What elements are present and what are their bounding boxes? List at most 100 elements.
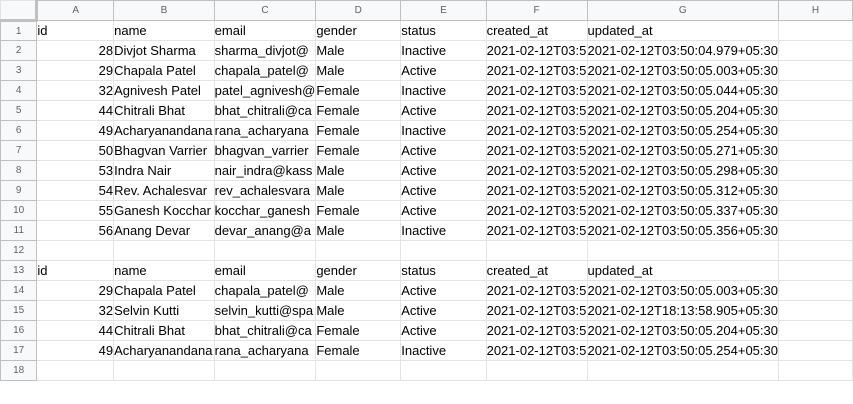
cell-h17[interactable] bbox=[777, 340, 853, 361]
cell-e9[interactable]: Active bbox=[400, 180, 487, 201]
cell-d9[interactable]: Male bbox=[315, 180, 402, 201]
cell-c7[interactable]: bhagvan_varrier bbox=[213, 140, 317, 161]
cell-f2[interactable]: 2021-02-12T03:5 bbox=[485, 40, 588, 61]
row-header[interactable]: 10 bbox=[0, 200, 38, 221]
cell-h16[interactable] bbox=[777, 320, 853, 341]
cell-g7[interactable]: 2021-02-12T03:50:05.271+05:30 bbox=[586, 140, 779, 161]
cell-f14[interactable]: 2021-02-12T03:5 bbox=[485, 280, 588, 301]
cell-f15[interactable]: 2021-02-12T03:5 bbox=[485, 300, 588, 321]
cell-g16[interactable]: 2021-02-12T03:50:05.204+05:30 bbox=[586, 320, 779, 341]
cell-g12[interactable] bbox=[586, 240, 779, 261]
cell-b10[interactable]: Ganesh Kocchar bbox=[113, 200, 215, 221]
cell-a10[interactable]: 55 bbox=[36, 200, 115, 221]
cell-a16[interactable]: 44 bbox=[36, 320, 115, 341]
cell-g14[interactable]: 2021-02-12T03:50:05.003+05:30 bbox=[586, 280, 779, 301]
cell-d1[interactable]: gender bbox=[315, 20, 402, 41]
cell-c5[interactable]: bhat_chitrali@ca bbox=[213, 100, 317, 121]
cell-h13[interactable] bbox=[777, 260, 853, 281]
cell-h10[interactable] bbox=[777, 200, 853, 221]
cell-c3[interactable]: chapala_patel@ bbox=[213, 60, 317, 81]
cell-c17[interactable]: rana_acharyana bbox=[213, 340, 317, 361]
row-header[interactable]: 5 bbox=[0, 100, 38, 121]
row-header[interactable]: 14 bbox=[0, 280, 38, 301]
column-header-f[interactable]: F bbox=[485, 0, 588, 21]
cell-h8[interactable] bbox=[777, 160, 853, 181]
cell-f16[interactable]: 2021-02-12T03:5 bbox=[485, 320, 588, 341]
cell-d14[interactable]: Male bbox=[315, 280, 402, 301]
cell-e3[interactable]: Active bbox=[400, 60, 487, 81]
row-header[interactable]: 17 bbox=[0, 340, 38, 361]
cell-f11[interactable]: 2021-02-12T03:5 bbox=[485, 220, 588, 241]
cell-e8[interactable]: Active bbox=[400, 160, 487, 181]
cell-e2[interactable]: Inactive bbox=[400, 40, 487, 61]
row-header[interactable]: 1 bbox=[0, 20, 38, 41]
cell-e17[interactable]: Inactive bbox=[400, 340, 487, 361]
cell-g11[interactable]: 2021-02-12T03:50:05.356+05:30 bbox=[586, 220, 779, 241]
cell-f4[interactable]: 2021-02-12T03:5 bbox=[485, 80, 588, 101]
cell-b13[interactable]: name bbox=[113, 260, 215, 281]
cell-c8[interactable]: nair_indra@kass bbox=[213, 160, 317, 181]
row-header[interactable]: 12 bbox=[0, 240, 38, 261]
cell-d2[interactable]: Male bbox=[315, 40, 402, 61]
row-header[interactable]: 4 bbox=[0, 80, 38, 101]
cell-c15[interactable]: selvin_kutti@spa bbox=[213, 300, 317, 321]
cell-a18[interactable] bbox=[36, 360, 115, 381]
cell-b2[interactable]: Divjot Sharma bbox=[113, 40, 215, 61]
row-header[interactable]: 13 bbox=[0, 260, 38, 281]
cell-g15[interactable]: 2021-02-12T18:13:58.905+05:30 bbox=[586, 300, 779, 321]
cell-a4[interactable]: 32 bbox=[36, 80, 115, 101]
column-header-h[interactable]: H bbox=[777, 0, 853, 21]
cell-a14[interactable]: 29 bbox=[36, 280, 115, 301]
cell-g17[interactable]: 2021-02-12T03:50:05.254+05:30 bbox=[586, 340, 779, 361]
cell-c2[interactable]: sharma_divjot@ bbox=[213, 40, 317, 61]
column-header-b[interactable]: B bbox=[113, 0, 215, 21]
cell-f18[interactable] bbox=[485, 360, 588, 381]
cell-e10[interactable]: Active bbox=[400, 200, 487, 221]
cell-c13[interactable]: email bbox=[213, 260, 317, 281]
cell-d8[interactable]: Male bbox=[315, 160, 402, 181]
cell-b18[interactable] bbox=[113, 360, 215, 381]
cell-e12[interactable] bbox=[400, 240, 487, 261]
cell-c12[interactable] bbox=[213, 240, 317, 261]
cell-g1[interactable]: updated_at bbox=[586, 20, 779, 41]
cell-c9[interactable]: rev_achalesvara bbox=[213, 180, 317, 201]
row-header[interactable]: 18 bbox=[0, 360, 38, 381]
cell-d15[interactable]: Male bbox=[315, 300, 402, 321]
cell-b1[interactable]: name bbox=[113, 20, 215, 41]
row-header[interactable]: 7 bbox=[0, 140, 38, 161]
cell-b5[interactable]: Chitrali Bhat bbox=[113, 100, 215, 121]
column-header-g[interactable]: G bbox=[586, 0, 779, 21]
cell-a11[interactable]: 56 bbox=[36, 220, 115, 241]
cell-a3[interactable]: 29 bbox=[36, 60, 115, 81]
cell-h15[interactable] bbox=[777, 300, 853, 321]
row-header[interactable]: 2 bbox=[0, 40, 38, 61]
cell-g3[interactable]: 2021-02-12T03:50:05.003+05:30 bbox=[586, 60, 779, 81]
cell-g18[interactable] bbox=[586, 360, 779, 381]
cell-b3[interactable]: Chapala Patel bbox=[113, 60, 215, 81]
cell-c16[interactable]: bhat_chitrali@ca bbox=[213, 320, 317, 341]
cell-h7[interactable] bbox=[777, 140, 853, 161]
cell-d16[interactable]: Female bbox=[315, 320, 402, 341]
cell-d4[interactable]: Female bbox=[315, 80, 402, 101]
cell-g4[interactable]: 2021-02-12T03:50:05.044+05:30 bbox=[586, 80, 779, 101]
column-header-c[interactable]: C bbox=[213, 0, 317, 21]
cell-a15[interactable]: 32 bbox=[36, 300, 115, 321]
cell-d11[interactable]: Male bbox=[315, 220, 402, 241]
row-header[interactable]: 16 bbox=[0, 320, 38, 341]
select-all-corner[interactable] bbox=[0, 0, 39, 22]
cell-e4[interactable]: Inactive bbox=[400, 80, 487, 101]
cell-f9[interactable]: 2021-02-12T03:5 bbox=[485, 180, 588, 201]
cell-f3[interactable]: 2021-02-12T03:5 bbox=[485, 60, 588, 81]
cell-b15[interactable]: Selvin Kutti bbox=[113, 300, 215, 321]
cell-d18[interactable] bbox=[315, 360, 402, 381]
cell-g10[interactable]: 2021-02-12T03:50:05.337+05:30 bbox=[586, 200, 779, 221]
cell-d3[interactable]: Male bbox=[315, 60, 402, 81]
cell-h11[interactable] bbox=[777, 220, 853, 241]
cell-b14[interactable]: Chapala Patel bbox=[113, 280, 215, 301]
cell-a17[interactable]: 49 bbox=[36, 340, 115, 361]
cell-h14[interactable] bbox=[777, 280, 853, 301]
cell-c6[interactable]: rana_acharyana bbox=[213, 120, 317, 141]
cell-e13[interactable]: status bbox=[400, 260, 487, 281]
cell-d12[interactable] bbox=[315, 240, 402, 261]
column-header-a[interactable]: A bbox=[36, 0, 115, 21]
